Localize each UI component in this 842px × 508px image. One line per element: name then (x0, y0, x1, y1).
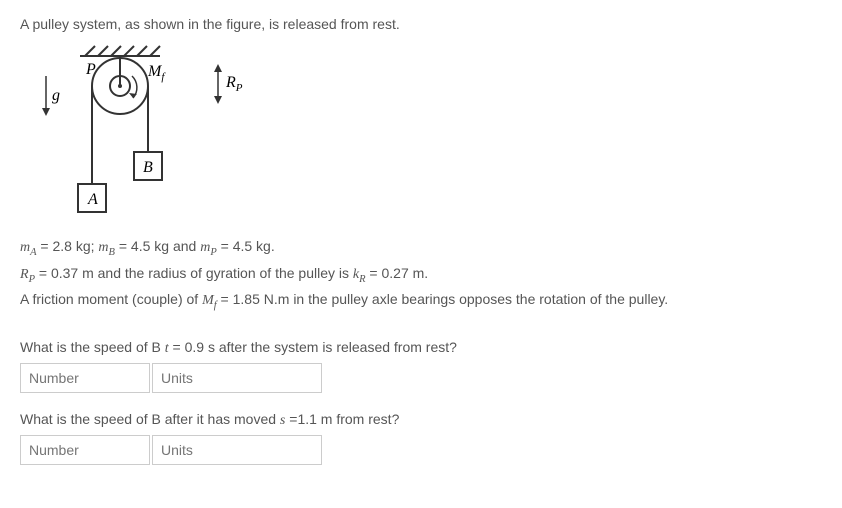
q1-units-input[interactable] (152, 363, 322, 393)
fig-label-Mf: Mf (147, 63, 166, 83)
q2-number-input[interactable] (20, 435, 150, 465)
fig-label-Rp: RP (225, 74, 243, 94)
pulley-figure: A B P Mf RP g (20, 44, 822, 217)
question-2: What is the speed of B after it has move… (20, 411, 822, 465)
fig-label-P: P (85, 61, 96, 78)
intro-text: A pulley system, as shown in the figure,… (20, 16, 822, 32)
q1-number-input[interactable] (20, 363, 150, 393)
question-1: What is the speed of B t = 0.9 s after t… (20, 339, 822, 393)
fig-label-g: g (52, 87, 60, 104)
fig-label-A: A (87, 191, 98, 208)
q2-units-input[interactable] (152, 435, 322, 465)
parameters-block: mA = 2.8 kg; mB = 4.5 kg and mP = 4.5 kg… (20, 235, 822, 315)
fig-label-B: B (143, 159, 153, 176)
